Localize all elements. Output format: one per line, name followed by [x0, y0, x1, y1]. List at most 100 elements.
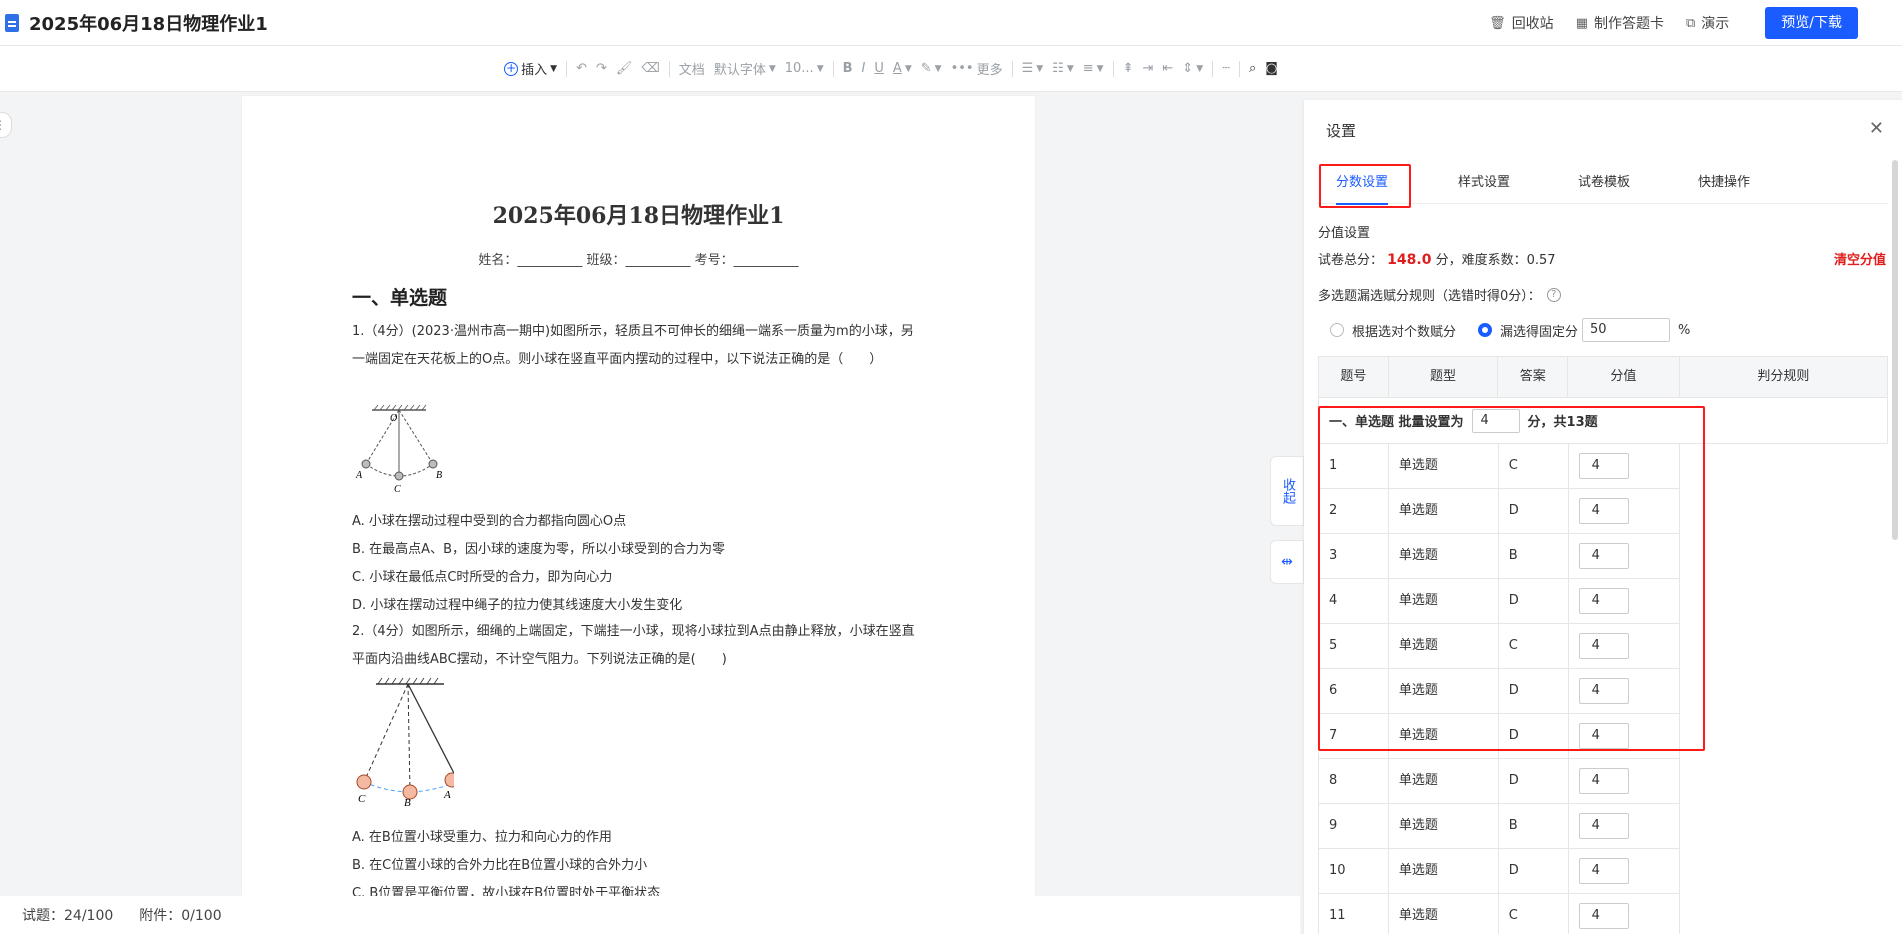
- question-answer: C: [1499, 894, 1569, 934]
- paper-title[interactable]: 2025年06月18日物理作业1: [242, 198, 1035, 230]
- label-b: B: [436, 470, 442, 481]
- font-color-button[interactable]: A ▼: [893, 61, 912, 76]
- grading-rule-cell: [1680, 579, 1888, 624]
- search-replace-button[interactable]: ⌕: [1249, 61, 1256, 76]
- present-icon: ⧉: [1685, 15, 1696, 31]
- format-painter-button[interactable]: 🖌: [616, 61, 633, 76]
- label-c: C: [358, 793, 366, 805]
- chevron-down-icon: ▼: [904, 63, 912, 74]
- score-input[interactable]: 4: [1578, 767, 1629, 794]
- question-answer: B: [1498, 804, 1569, 849]
- col-answer: 答案: [1498, 357, 1569, 397]
- radio-by-correct-count[interactable]: [1330, 323, 1344, 337]
- grading-rule-cell: [1680, 804, 1888, 849]
- col-grading-rule: 判分规则: [1757, 369, 1810, 384]
- score-input[interactable]: 4: [1578, 812, 1629, 839]
- radio-fixed-score[interactable]: [1478, 323, 1493, 337]
- highlight-button[interactable]: ✎ ▼: [921, 61, 942, 76]
- make-answer-card-button[interactable]: ▦ 制作答题卡: [1576, 13, 1664, 33]
- label-b: B: [404, 797, 411, 806]
- document-title[interactable]: 2025年06月18日物理作业1: [29, 10, 268, 36]
- col-score: 分值: [1568, 357, 1680, 397]
- preview-download-button[interactable]: 预览/下载: [1765, 7, 1858, 39]
- attachment-count: 附件：0/100: [139, 908, 222, 924]
- question-type: 单选题: [1388, 804, 1499, 849]
- grading-rule-cell: [1680, 714, 1888, 759]
- bold-button[interactable]: B: [843, 61, 853, 76]
- outline-toggle-handle[interactable]: ⋮: [0, 112, 12, 138]
- undo-button[interactable]: ↶: [576, 61, 587, 76]
- student-info-line: 姓名：__________ 班级：__________ 考号：_________…: [478, 253, 799, 268]
- multi-choice-rule: 多选题漏选赋分规则（选错时得0分）： ?: [1318, 285, 1561, 304]
- toolbar-divider: [566, 60, 568, 77]
- collapse-panel-tab[interactable]: 收起: [1270, 456, 1304, 526]
- question-2-option-b[interactable]: B. 在C位置小球的合外力比在B位置小球的合外力小: [352, 854, 647, 873]
- font-family-select[interactable]: 默认字体 ▼: [714, 59, 776, 78]
- present-button[interactable]: ⧉ 演示: [1686, 13, 1729, 33]
- ball-c: [394, 471, 404, 481]
- grading-rule-cell: [1680, 759, 1888, 804]
- indent-decrease-button[interactable]: ⇤: [1162, 61, 1173, 76]
- plus-icon: +: [504, 60, 519, 76]
- align-button[interactable]: ≡ ▼: [1083, 61, 1104, 76]
- app-header: 2025年06月18日物理作业1 🗑 回收站 ▦ 制作答题卡 ⧉ 演示 预览/下载: [0, 0, 1902, 46]
- table-row: 8 单选题 D 4: [1318, 759, 1888, 804]
- underline-button[interactable]: U: [874, 61, 884, 76]
- tab-style-settings[interactable]: 样式设置: [1458, 162, 1510, 204]
- screenshot-button[interactable]: ◙: [1265, 61, 1278, 76]
- numbered-list-button[interactable]: ☷ ▼: [1052, 61, 1074, 76]
- italic-button[interactable]: I: [862, 61, 866, 76]
- question-no: 8: [1319, 759, 1389, 804]
- ellipsis-icon: •••: [950, 61, 974, 76]
- highlight-box-tab: [1319, 164, 1411, 208]
- score-input[interactable]: 4: [1578, 857, 1629, 884]
- clear-format-button[interactable]: ⌫: [641, 61, 659, 76]
- paragraph-style-select[interactable]: 文档: [679, 59, 705, 78]
- help-icon[interactable]: ?: [1546, 287, 1561, 302]
- redo-button[interactable]: ↷: [596, 61, 607, 76]
- question-1-option-b[interactable]: B. 在最高点A、B，因小球的速度为零，所以小球受到的合力为零: [352, 538, 725, 557]
- pendulum-figure-1: O A C B: [355, 404, 442, 495]
- font-size-select[interactable]: 10... ▼: [785, 61, 824, 76]
- string-to-a: [407, 683, 454, 775]
- paragraph-spacing-button[interactable]: ⇕ ▼: [1182, 61, 1203, 76]
- score-input[interactable]: 4: [1578, 902, 1629, 929]
- grading-rule-cell: [1680, 669, 1888, 714]
- divider-line-button[interactable]: ┄: [1222, 61, 1230, 76]
- line-spacing-button[interactable]: ⇞: [1123, 61, 1134, 76]
- toolbar-divider: [832, 60, 834, 77]
- chevron-down-icon: ▼: [1036, 63, 1044, 74]
- close-icon[interactable]: ✕: [1869, 118, 1884, 139]
- question-2-option-a[interactable]: A. 在B位置小球受重力、拉力和向心力的作用: [352, 826, 612, 845]
- question-1-text[interactable]: 1.（4分）(2023·温州市高一期中)如图所示，轻质且不可伸长的细绳一端系一质…: [352, 318, 922, 374]
- chevron-down-icon: ▼: [934, 63, 942, 74]
- section-title[interactable]: 一、单选题: [352, 283, 447, 310]
- chevron-down-icon: ▼: [816, 63, 824, 74]
- panel-scrollbar[interactable]: [1892, 160, 1898, 540]
- split-view-tab[interactable]: ⇹: [1270, 540, 1304, 584]
- indent-increase-button[interactable]: ⇥: [1142, 61, 1153, 76]
- question-2-option-c[interactable]: C. B位置是平衡位置，故小球在B位置时处于平衡状态: [352, 882, 660, 896]
- document-icon: [5, 13, 19, 32]
- panel-title: 设置: [1326, 122, 1357, 140]
- clear-scores-button[interactable]: 清空分值: [1834, 249, 1886, 268]
- question-2-text[interactable]: 2.（4分）如图所示，细绳的上端固定，下端挂一小球，现将小球拉到A点由静止释放，…: [352, 618, 922, 674]
- grading-rule-cell: [1680, 624, 1888, 669]
- insert-menu-button[interactable]: + 插入 ▼: [504, 59, 557, 78]
- grading-rule-cell: [1680, 534, 1888, 579]
- grading-rule-cell: [1680, 444, 1888, 489]
- chevron-down-icon: ▼: [1066, 63, 1074, 74]
- question-1-option-d[interactable]: D. 小球在摆动过程中绳子的拉力使其线速度大小发生变化: [352, 594, 682, 613]
- tab-paper-template[interactable]: 试卷模板: [1578, 162, 1630, 204]
- table-row: 10 单选题 D 4: [1318, 849, 1888, 894]
- more-button[interactable]: ••• 更多: [951, 59, 1003, 78]
- fixed-score-percent-input[interactable]: 50: [1582, 318, 1671, 342]
- grading-rule-cell: [1680, 489, 1888, 534]
- bullet-list-button[interactable]: ☰ ▼: [1022, 61, 1044, 76]
- chevron-down-icon: ▼: [1096, 63, 1104, 74]
- question-1-option-c[interactable]: C. 小球在最低点C时所受的合力，即为向心力: [352, 566, 612, 585]
- question-1-option-a[interactable]: A. 小球在摆动过程中受到的合力都指向圆心O点: [352, 510, 626, 529]
- tab-quick-actions[interactable]: 快捷操作: [1698, 162, 1750, 204]
- rule-options: 根据选对个数赋分 漏选得固定分 50 %: [1330, 318, 1690, 342]
- recycle-bin-button[interactable]: 🗑 回收站: [1489, 13, 1554, 33]
